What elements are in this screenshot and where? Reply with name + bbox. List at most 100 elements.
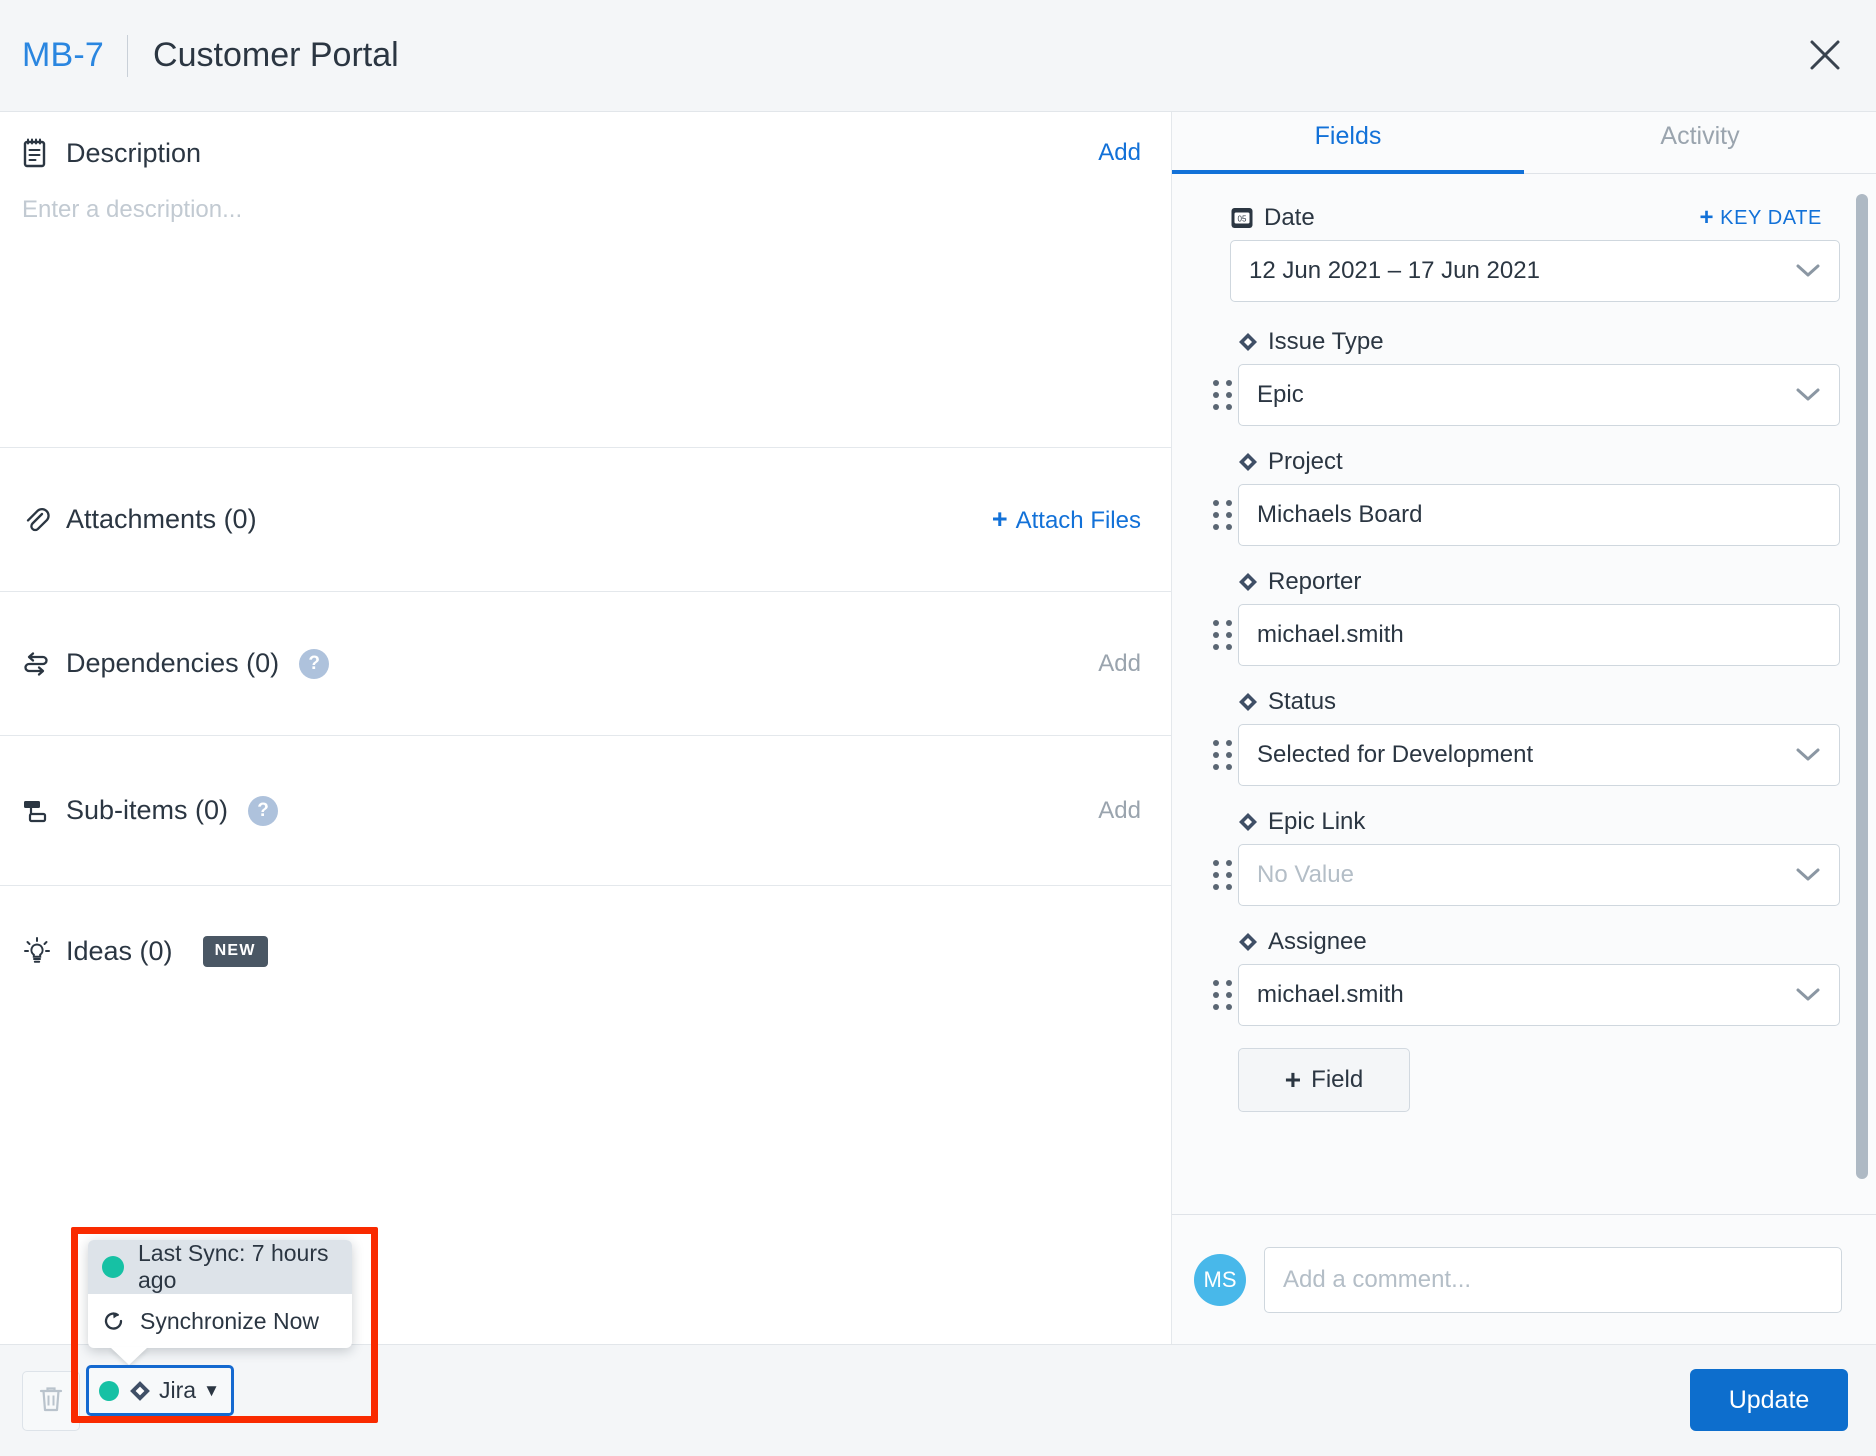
last-sync-item[interactable]: Last Sync: 7 hours ago [88, 1240, 352, 1294]
status-select[interactable]: Selected for Development [1238, 724, 1840, 786]
dialog-body: Description Add Enter a description... A… [0, 112, 1876, 1344]
fields-list: 05 Date +KEY DATE 12 Jun 2021 – 17 Jun 2… [1172, 174, 1876, 1214]
last-sync-label: Last Sync: 7 hours ago [138, 1240, 338, 1294]
subitems-label: Sub-items (0) [66, 795, 228, 826]
sync-popup: Last Sync: 7 hours ago Synchronize Now [88, 1240, 352, 1348]
drag-handle-icon[interactable] [1208, 978, 1238, 1012]
add-key-date-button[interactable]: +KEY DATE [1700, 204, 1823, 232]
description-section: Description Add Enter a description... [0, 112, 1171, 448]
chevron-down-icon [1795, 747, 1821, 763]
status-badge: NEW [203, 936, 268, 967]
field-label-reporter: Reporter [1208, 568, 1840, 596]
help-circle-icon[interactable]: ? [299, 649, 329, 679]
chevron-down-icon [1795, 387, 1821, 403]
drag-handle-icon[interactable] [1208, 498, 1238, 532]
attach-files-label: Attach Files [1016, 507, 1141, 534]
field-label-text: Reporter [1268, 568, 1361, 596]
left-panel: Description Add Enter a description... A… [0, 112, 1172, 1344]
add-field-label: Field [1311, 1066, 1363, 1094]
description-label: Description [66, 138, 201, 169]
diamond-icon [1238, 572, 1258, 592]
trash-icon [38, 1385, 64, 1418]
field-row-issue-type: Epic [1208, 364, 1840, 426]
issue-type-select[interactable]: Epic [1238, 364, 1840, 426]
notepad-icon [22, 136, 54, 170]
date-field-row: 12 Jun 2021 – 17 Jun 2021 [1208, 240, 1840, 302]
subitems-add-link[interactable]: Add [1098, 797, 1141, 825]
dependencies-add-link[interactable]: Add [1098, 650, 1141, 678]
field-row-assignee: michael.smith [1208, 964, 1840, 1026]
svg-text:05: 05 [1238, 214, 1247, 223]
date-range-select[interactable]: 12 Jun 2021 – 17 Jun 2021 [1230, 240, 1840, 302]
fields-scrollbar[interactable] [1856, 194, 1868, 1194]
sync-status-dot-icon [102, 1256, 124, 1278]
drag-handle-icon[interactable] [1208, 858, 1238, 892]
drag-handle-icon[interactable] [1208, 378, 1238, 412]
field-label-issue-type: Issue Type [1208, 328, 1840, 356]
ideas-label: Ideas (0) [66, 936, 173, 967]
field-label-text: Status [1268, 688, 1336, 716]
jira-integration-button[interactable]: Jira ▼ [86, 1365, 234, 1416]
tab-activity[interactable]: Activity [1524, 112, 1876, 173]
diamond-icon [1238, 812, 1258, 832]
assignee-value: michael.smith [1257, 981, 1404, 1009]
issue-key[interactable]: MB-7 [22, 36, 104, 75]
field-label-project: Project [1208, 448, 1840, 476]
field-row-project: Michaels Board [1208, 484, 1840, 546]
field-row-reporter: michael.smith [1208, 604, 1840, 666]
chevron-down-icon [1795, 867, 1821, 883]
sync-status-dot-icon [99, 1381, 119, 1401]
attach-files-button[interactable]: + Attach Files [992, 504, 1141, 535]
attachments-label: Attachments (0) [66, 504, 257, 535]
reporter-field[interactable]: michael.smith [1238, 604, 1840, 666]
date-field-label: 05 Date +KEY DATE [1208, 204, 1840, 232]
swap-arrows-icon [22, 647, 54, 681]
subitems-section: Sub-items (0) ? Add [0, 736, 1171, 886]
panel-tabs: Fields Activity [1172, 112, 1876, 174]
assignee-select[interactable]: michael.smith [1238, 964, 1840, 1026]
synchronize-now-item[interactable]: Synchronize Now [88, 1294, 352, 1348]
field-row-epic-link: No Value [1208, 844, 1840, 906]
tab-fields-label: Fields [1315, 122, 1382, 151]
description-header: Description Add [22, 136, 1141, 170]
help-circle-icon[interactable]: ? [248, 796, 278, 826]
right-panel: Fields Activity 05 Date +KEY DATE 12 Jun… [1172, 112, 1876, 1344]
diamond-icon [1238, 332, 1258, 352]
field-label-text: Issue Type [1268, 328, 1384, 356]
page-title: Customer Portal [153, 36, 399, 75]
lightbulb-icon [22, 934, 54, 968]
update-label: Update [1729, 1386, 1810, 1415]
plus-icon: + [992, 504, 1008, 534]
delete-button[interactable] [22, 1371, 80, 1431]
chevron-down-icon [1795, 987, 1821, 1003]
status-value: Selected for Development [1257, 741, 1533, 769]
project-field[interactable]: Michaels Board [1238, 484, 1840, 546]
ideas-section: Ideas (0) NEW [0, 886, 1171, 1016]
diamond-icon [1238, 452, 1258, 472]
dependencies-section: Dependencies (0) ? Add [0, 592, 1171, 736]
add-field-button[interactable]: + Field [1238, 1048, 1410, 1112]
tab-fields[interactable]: Fields [1172, 112, 1524, 173]
jira-label: Jira [159, 1377, 196, 1404]
date-range-value: 12 Jun 2021 – 17 Jun 2021 [1249, 257, 1540, 285]
field-label-text: Assignee [1268, 928, 1367, 956]
scrollbar-thumb[interactable] [1856, 194, 1868, 1179]
close-icon [1808, 38, 1842, 72]
drag-handle-icon[interactable] [1208, 618, 1238, 652]
epic-link-select[interactable]: No Value [1238, 844, 1840, 906]
drag-handle-icon[interactable] [1208, 738, 1238, 772]
project-value: Michaels Board [1257, 501, 1422, 529]
description-add-link[interactable]: Add [1098, 139, 1141, 167]
field-label-assignee: Assignee [1208, 928, 1840, 956]
diamond-icon [1238, 692, 1258, 712]
chevron-down-icon: ▼ [203, 1381, 220, 1401]
issue-type-value: Epic [1257, 381, 1304, 409]
close-button[interactable] [1796, 26, 1854, 84]
hierarchy-icon [22, 794, 54, 828]
comment-input[interactable]: Add a comment... [1264, 1247, 1842, 1313]
update-button[interactable]: Update [1690, 1369, 1848, 1431]
description-input[interactable]: Enter a description... [22, 196, 1141, 224]
dependencies-label: Dependencies (0) [66, 648, 279, 679]
field-label-epic-link: Epic Link [1208, 808, 1840, 836]
issue-detail-dialog: MB-7 Customer Portal [0, 0, 1876, 1456]
